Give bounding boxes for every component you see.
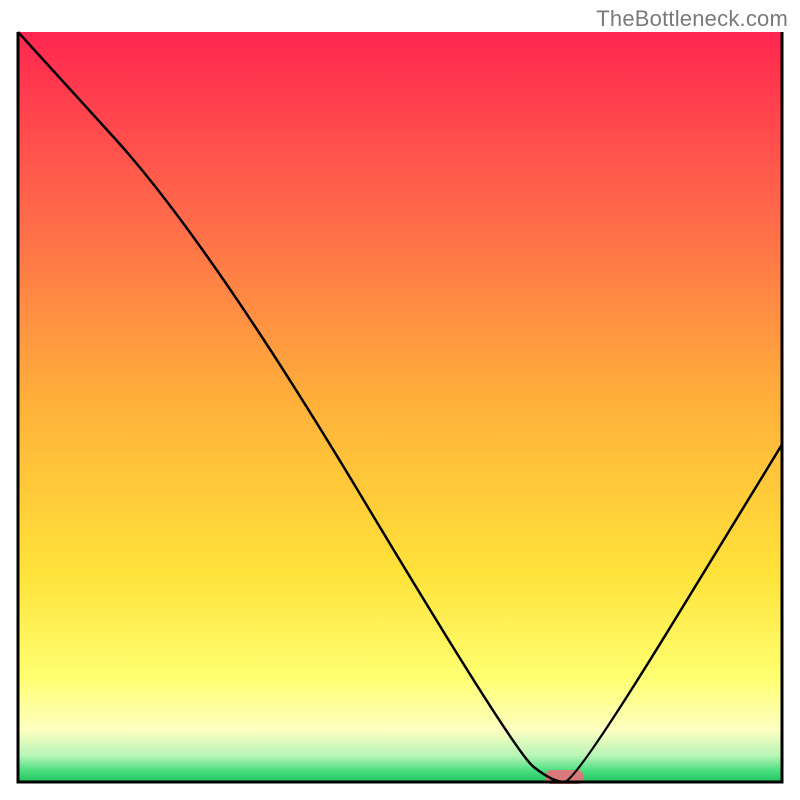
plot-background — [18, 32, 782, 782]
watermark-text: TheBottleneck.com — [596, 6, 788, 32]
chart-container: TheBottleneck.com — [0, 0, 800, 800]
chart-svg — [0, 0, 800, 800]
